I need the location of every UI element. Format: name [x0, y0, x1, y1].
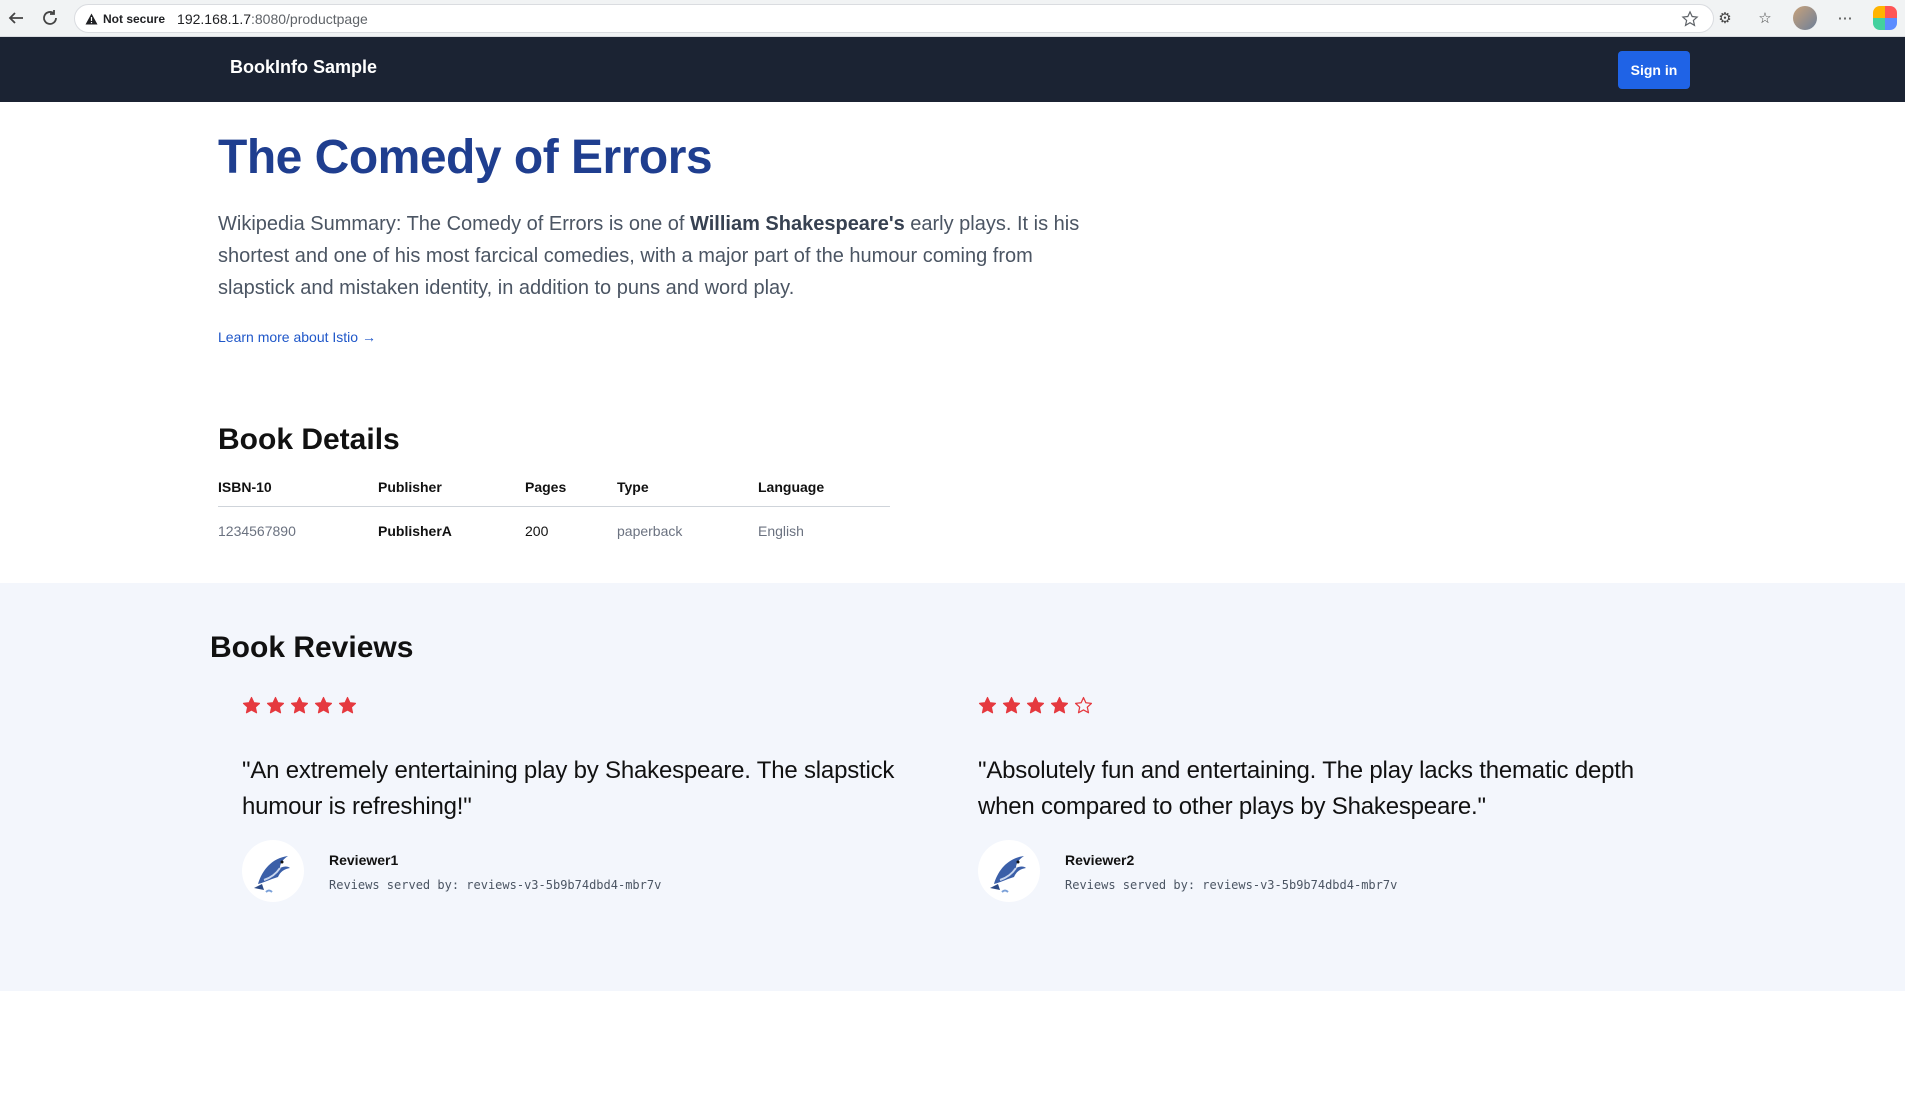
copilot-icon[interactable]	[1873, 6, 1897, 30]
star-filled-icon	[1026, 696, 1045, 715]
reviewer-name: Reviewer1	[329, 852, 399, 868]
url-host: 192.168.1.7	[177, 10, 251, 27]
star-empty-icon	[1074, 696, 1093, 715]
learn-more-link[interactable]: Learn more about Istio →	[218, 329, 376, 345]
back-icon[interactable]	[4, 6, 28, 30]
reviewer-name: Reviewer2	[1065, 852, 1135, 868]
profile-avatar[interactable]	[1793, 6, 1817, 30]
reviewer-info: Reviewer1 Reviews served by: reviews-v3-…	[242, 840, 922, 902]
url-path: :8080/productpage	[251, 10, 368, 27]
star-filled-icon	[1002, 696, 1021, 715]
reviewer-info: Reviewer2 Reviews served by: reviews-v3-…	[978, 840, 1658, 902]
page-title: The Comedy of Errors	[218, 131, 713, 184]
summary-author: William Shakespeare's	[690, 213, 905, 235]
site-header: BookInfo Sample Sign in	[0, 37, 1905, 102]
column-pages: Pages	[525, 468, 617, 507]
warning-icon	[85, 13, 98, 24]
cell-publisher: PublisherA	[378, 523, 452, 540]
star-rating	[978, 696, 1658, 718]
table-row: 1234567890 PublisherA 200 paperback Engl…	[218, 506, 890, 556]
star-filled-icon	[314, 696, 333, 715]
dolphin-avatar-icon	[978, 840, 1040, 902]
security-label: Not secure	[103, 11, 166, 26]
star-filled-icon	[978, 696, 997, 715]
favorites-icon[interactable]: ☆	[1753, 6, 1777, 30]
browser-actions: ⚙ ☆ ⋯	[1713, 6, 1897, 30]
column-isbn: ISBN-10	[218, 468, 378, 507]
sign-in-button[interactable]: Sign in	[1618, 51, 1690, 89]
more-menu-icon[interactable]: ⋯	[1833, 6, 1857, 30]
star-filled-icon	[290, 696, 309, 715]
address-bar[interactable]: Not secure 192.168.1.7:8080/productpage	[74, 4, 1714, 33]
column-language: Language	[758, 468, 890, 507]
column-type: Type	[617, 468, 758, 507]
review-text: "An extremely entertaining play by Shake…	[242, 757, 895, 820]
book-details-heading: Book Details	[218, 423, 400, 456]
cell-pages: 200	[525, 523, 549, 540]
summary-prefix: Wikipedia Summary: The Comedy of Errors …	[218, 213, 691, 235]
star-filled-icon	[338, 696, 357, 715]
table-header-row: ISBN-10 Publisher Pages Type Language	[218, 468, 890, 507]
cell-isbn: 1234567890	[218, 523, 296, 540]
column-publisher: Publisher	[378, 468, 525, 507]
review-card: "Absolutely fun and entertaining. The pl…	[978, 696, 1658, 902]
security-indicator[interactable]: Not secure	[85, 12, 165, 26]
served-by-text: Reviews served by: reviews-v3-5b9b74dbd4…	[1065, 878, 1398, 892]
star-filled-icon	[242, 696, 261, 715]
star-filled-icon	[1050, 696, 1069, 715]
cell-language: English	[758, 523, 804, 540]
served-by-text: Reviews served by: reviews-v3-5b9b74dbd4…	[329, 878, 662, 892]
cell-type: paperback	[617, 523, 683, 540]
star-filled-icon	[266, 696, 285, 715]
reload-icon[interactable]	[38, 6, 62, 30]
review-text: "Absolutely fun and entertaining. The pl…	[978, 757, 1634, 820]
book-details-table: ISBN-10 Publisher Pages Type Language 12…	[218, 468, 890, 556]
book-reviews-heading: Book Reviews	[210, 631, 414, 664]
book-summary: Wikipedia Summary: The Comedy of Errors …	[218, 208, 1088, 304]
bookmark-star-icon[interactable]	[1681, 10, 1699, 33]
url-text: 192.168.1.7:8080/productpage	[177, 11, 368, 27]
book-reviews-section: Book Reviews "An extremely entertaining …	[0, 583, 1905, 991]
extensions-icon[interactable]: ⚙	[1713, 6, 1737, 30]
brand-title[interactable]: BookInfo Sample	[230, 57, 377, 78]
dolphin-avatar-icon	[242, 840, 304, 902]
review-card: "An extremely entertaining play by Shake…	[242, 696, 922, 902]
star-rating	[242, 696, 922, 718]
browser-toolbar: Not secure 192.168.1.7:8080/productpage …	[0, 0, 1905, 37]
